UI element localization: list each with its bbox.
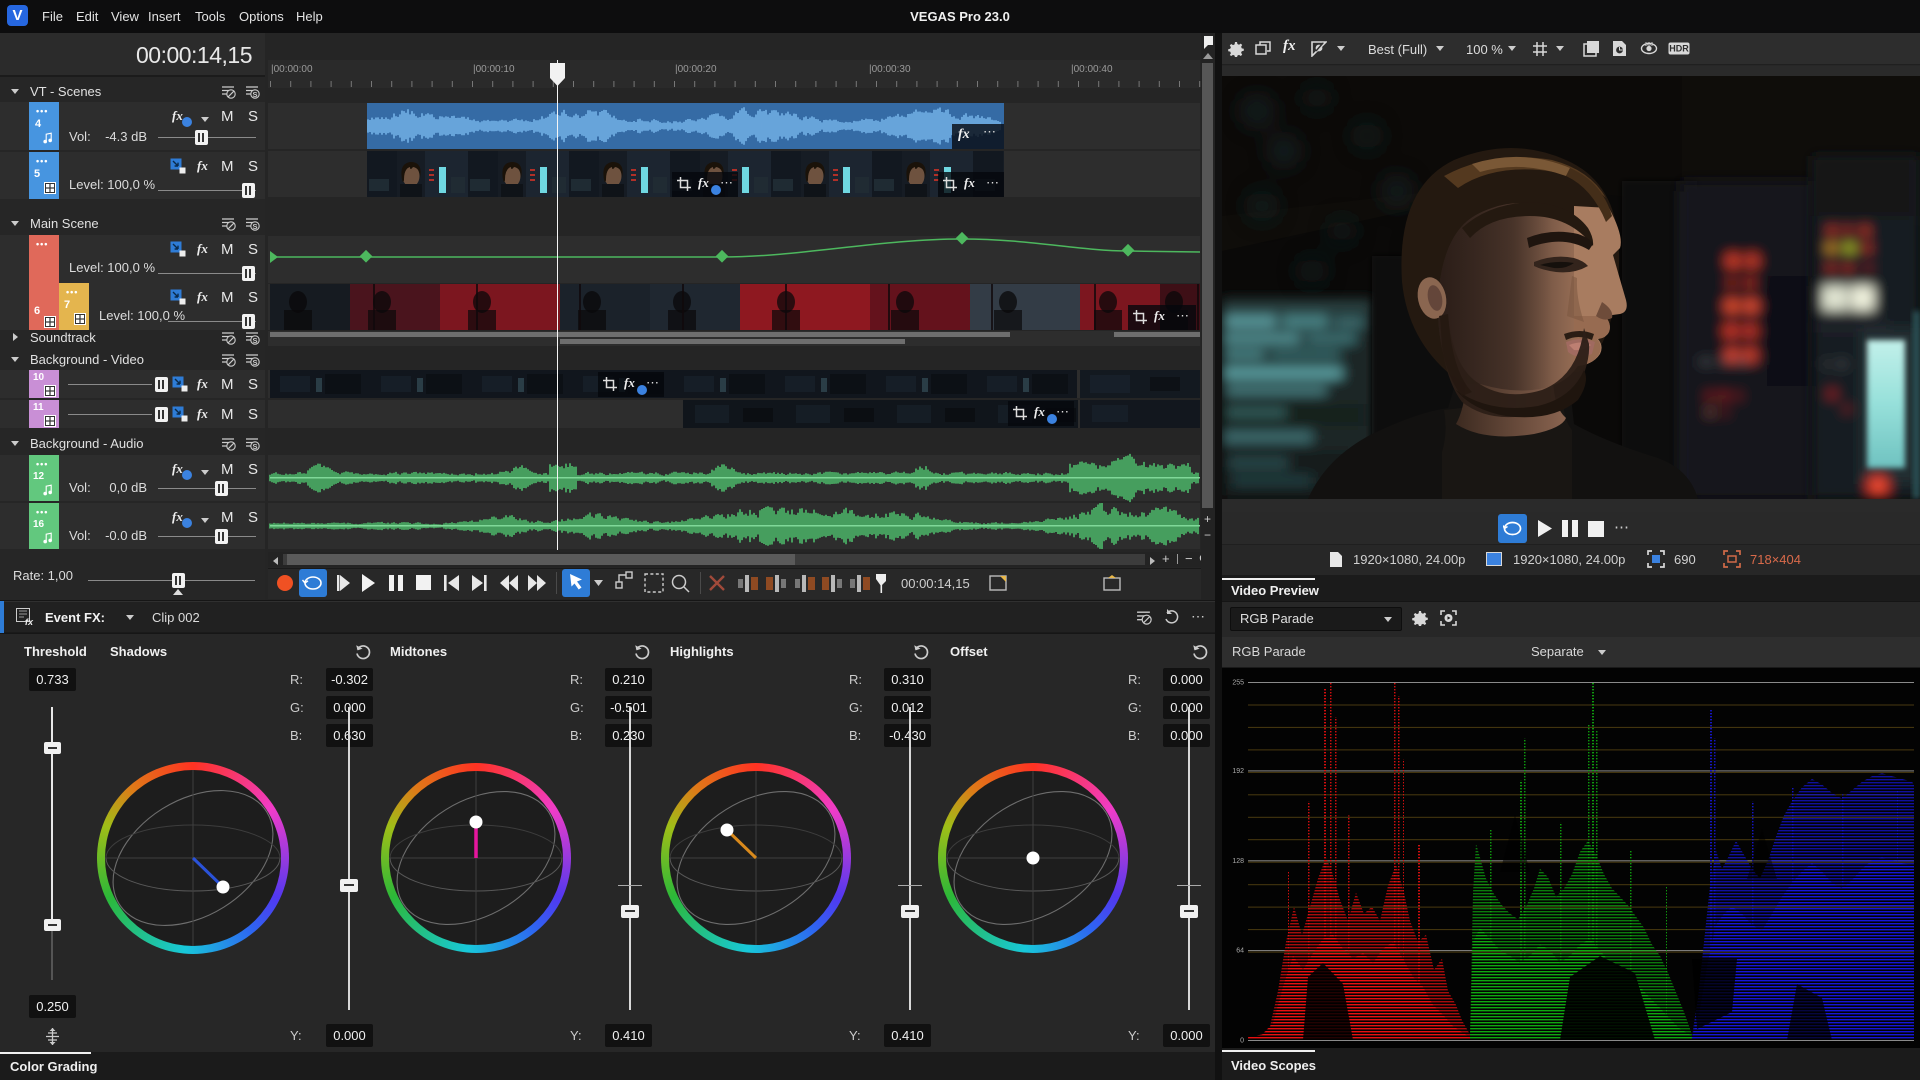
svg-text:64: 64 — [1236, 948, 1244, 955]
svg-text:HDR: HDR — [1669, 44, 1689, 54]
svg-text:360: 360 — [1645, 42, 1654, 48]
svg-text:128: 128 — [1232, 858, 1244, 865]
svg-text:192: 192 — [1232, 768, 1244, 775]
svg-text:255: 255 — [1232, 680, 1244, 687]
svg-text:0: 0 — [1240, 1038, 1244, 1045]
svg-text:fx: fx — [25, 617, 34, 626]
